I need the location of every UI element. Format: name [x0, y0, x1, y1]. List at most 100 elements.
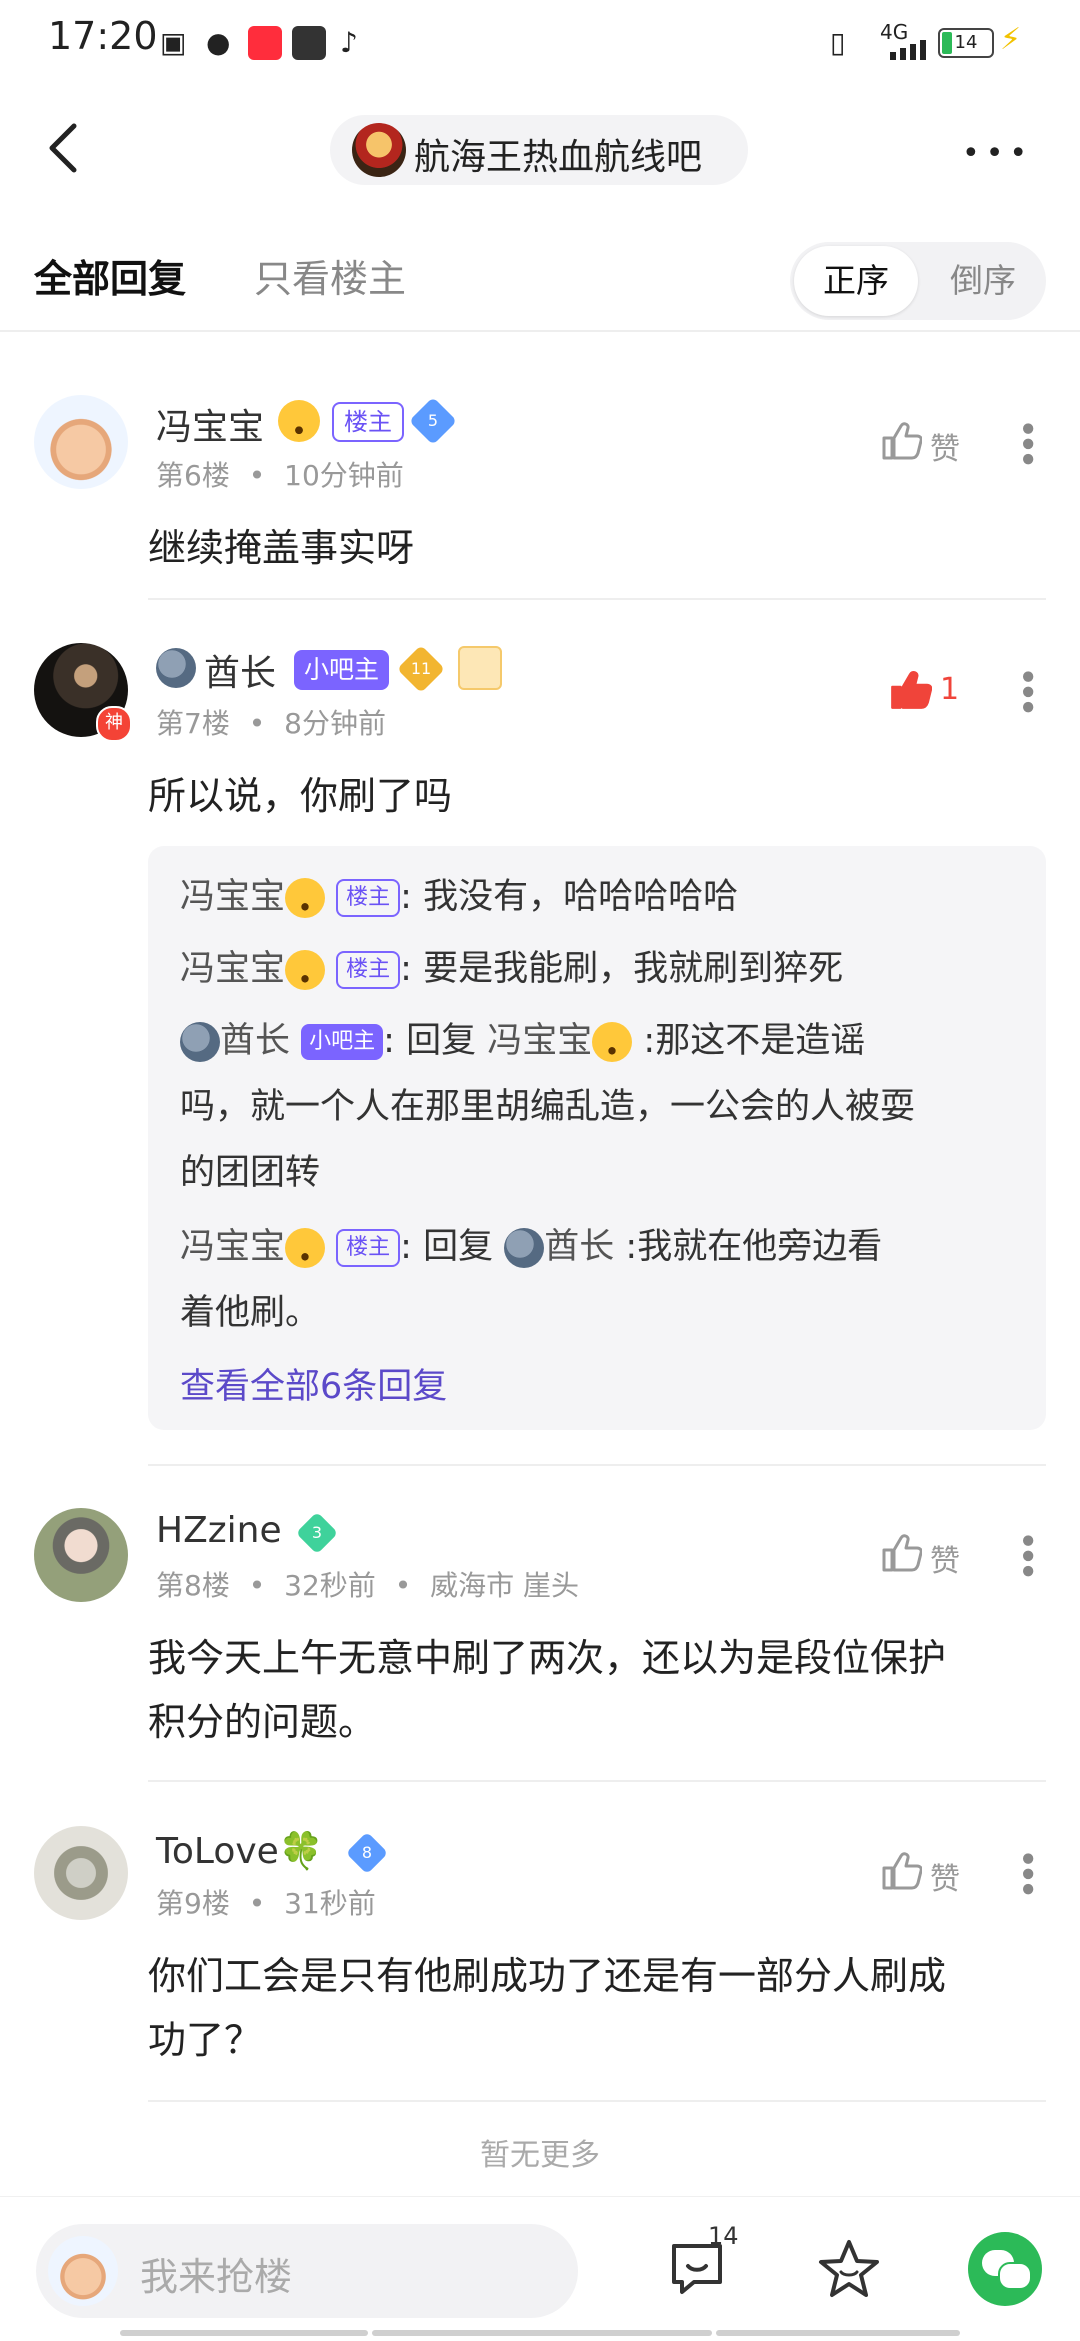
- tabs-divider: [0, 330, 1080, 332]
- reply-line-1: 冯宝宝 楼主: 回复 酋长 :我就在他旁边看: [180, 1227, 883, 1268]
- meta-dot: •: [394, 1569, 412, 1602]
- tab-all-replies[interactable]: 全部回复: [34, 248, 186, 303]
- post-more-icon[interactable]: •••: [1006, 418, 1047, 464]
- status-time: 17:20: [48, 14, 158, 58]
- iqiyi-icon: ▣: [160, 26, 187, 59]
- reply-text: 吗，就一个人在那里胡编乱造，一公会的人被耍: [180, 1087, 916, 1127]
- sub-reply[interactable]: 冯宝宝 楼主: 我没有，哈哈哈哈哈: [180, 864, 1020, 930]
- surprised-emoji-icon: [285, 950, 326, 990]
- battery-icon: 14: [938, 28, 994, 58]
- moon-emoji-icon: [504, 1228, 545, 1268]
- reply-author-name[interactable]: 冯宝宝: [180, 877, 285, 917]
- reply-target-name[interactable]: 酋长: [544, 1227, 614, 1267]
- compass-icon: ●: [206, 26, 231, 59]
- wechat-share-icon[interactable]: [968, 2232, 1042, 2306]
- like-label[interactable]: 赞: [930, 1536, 960, 1580]
- surprised-emoji-icon: [278, 400, 320, 442]
- op-badge: 楼主: [336, 1229, 401, 1267]
- floor-number: 第9楼: [156, 1887, 230, 1920]
- thumbs-up-icon[interactable]: [880, 1532, 922, 1574]
- favorite-star-icon[interactable]: [814, 2234, 884, 2304]
- moderator-badge: 小吧主: [294, 650, 390, 690]
- floor-number: 第6楼: [156, 459, 230, 492]
- post-time: 32秒前: [284, 1569, 376, 1602]
- view-all-replies-link[interactable]: 查看全部6条回复: [180, 1358, 447, 1409]
- tiktok-icon: ♪: [340, 26, 358, 59]
- reply-text: 我没有，哈哈哈哈哈: [423, 877, 739, 917]
- level-badge: 11: [396, 644, 446, 694]
- post-more-icon[interactable]: •••: [1006, 1530, 1047, 1576]
- reply-author-name[interactable]: 冯宝宝: [180, 949, 285, 989]
- post-meta: 第9楼 • 31秒前: [156, 1882, 376, 1922]
- op-badge: 楼主: [336, 951, 401, 989]
- no-more-text: 暂无更多: [480, 2138, 600, 2173]
- back-arrow-icon[interactable]: [40, 118, 90, 178]
- meta-dot: •: [248, 1569, 266, 1602]
- moderator-badge: 小吧主: [301, 1024, 384, 1060]
- app-icon: [292, 26, 326, 60]
- reply-input-placeholder[interactable]: 我来抢楼: [140, 2246, 292, 2301]
- post-author-name[interactable]: ToLove🍀: [156, 1830, 324, 1872]
- reply-target-name[interactable]: 冯宝宝: [487, 1021, 592, 1061]
- moon-emoji-icon: [180, 1022, 220, 1062]
- meta-dot: •: [248, 459, 266, 492]
- post-divider: [148, 1464, 1046, 1466]
- reply-text: :那这不是造谣: [643, 1021, 866, 1061]
- op-badge: 楼主: [336, 879, 401, 917]
- avatar[interactable]: [34, 1826, 128, 1920]
- like-count[interactable]: 1: [940, 672, 959, 707]
- sub-reply[interactable]: 冯宝宝 楼主: 回复 酋长 :我就在他旁边看 着他刷。: [180, 1214, 1020, 1346]
- avatar[interactable]: [34, 395, 128, 489]
- op-badge: 楼主: [332, 402, 404, 442]
- xiaohongshu-icon: [248, 26, 282, 60]
- post-content: 你们工会是只有他刷成功了还是有一部分人刷成 功了？: [148, 1954, 947, 2062]
- reply-prefix: 回复: [423, 1227, 494, 1267]
- avatar[interactable]: [34, 1508, 128, 1602]
- home-indicator: [120, 2330, 368, 2336]
- post-more-icon[interactable]: •••: [1006, 666, 1047, 712]
- charging-icon: ⚡: [1000, 22, 1022, 57]
- post-meta: 第7楼 • 8分钟前: [156, 702, 386, 742]
- post-more-icon[interactable]: •••: [1006, 1848, 1047, 1894]
- vibrate-icon: ▯: [830, 26, 846, 59]
- tab-only-op[interactable]: 只看楼主: [254, 248, 406, 303]
- battery-level: 14: [954, 32, 978, 53]
- reply-author-name[interactable]: 冯宝宝: [180, 1227, 285, 1267]
- sort-asc-button[interactable]: 正序: [794, 246, 918, 316]
- home-indicator: [372, 2330, 712, 2336]
- floor-number: 第8楼: [156, 1569, 230, 1602]
- reply-prefix: 回复: [406, 1021, 477, 1061]
- post-author-name[interactable]: 冯宝宝: [156, 398, 264, 450]
- sub-reply[interactable]: 酋长 小吧主: 回复 冯宝宝 :那这不是造谣 吗，就一个人在那里胡编乱造，一公会…: [180, 1008, 1020, 1206]
- thumbs-up-icon[interactable]: [880, 420, 922, 462]
- post-divider: [148, 598, 1046, 600]
- status-bar: 17:20 ▣ ● ♪ ▯ 4G 14 ⚡: [0, 0, 1080, 84]
- surprised-emoji-icon: [285, 878, 326, 918]
- thumbs-up-filled-icon[interactable]: [888, 668, 932, 712]
- post-divider: [148, 1780, 1046, 1782]
- sort-desc-button[interactable]: 倒序: [928, 246, 1038, 316]
- more-options-icon[interactable]: •••: [962, 136, 1033, 171]
- forum-avatar: [352, 123, 406, 177]
- forum-name[interactable]: 航海王热血航线吧: [414, 128, 702, 180]
- post-time: 8分钟前: [284, 707, 386, 740]
- surprised-emoji-icon: [285, 1228, 326, 1268]
- post-author-name[interactable]: HZzine: [156, 1510, 282, 1551]
- like-label[interactable]: 赞: [930, 424, 960, 468]
- meta-dot: •: [248, 1887, 266, 1920]
- post-meta: 第6楼 • 10分钟前: [156, 454, 404, 494]
- post-author-name[interactable]: 酋长: [204, 644, 276, 696]
- thumbs-up-icon[interactable]: [880, 1850, 922, 1892]
- post-location: 威海市 崖头: [430, 1569, 580, 1602]
- surprised-emoji-icon: [592, 1022, 633, 1062]
- reply-text: :我就在他旁边看: [625, 1227, 883, 1267]
- user-avatar: [48, 2236, 118, 2306]
- comment-count: 14: [708, 2222, 739, 2250]
- like-label[interactable]: 赞: [930, 1854, 960, 1898]
- sub-reply[interactable]: 冯宝宝 楼主: 要是我能刷，我就刷到猝死: [180, 936, 1020, 1002]
- post-content: 继续掩盖事实呀: [148, 526, 415, 570]
- gem-badge-icon: [458, 646, 502, 690]
- home-indicator: [716, 2330, 960, 2336]
- reply-text: 着他刷。: [180, 1293, 321, 1333]
- reply-author-name[interactable]: 酋长: [220, 1021, 290, 1061]
